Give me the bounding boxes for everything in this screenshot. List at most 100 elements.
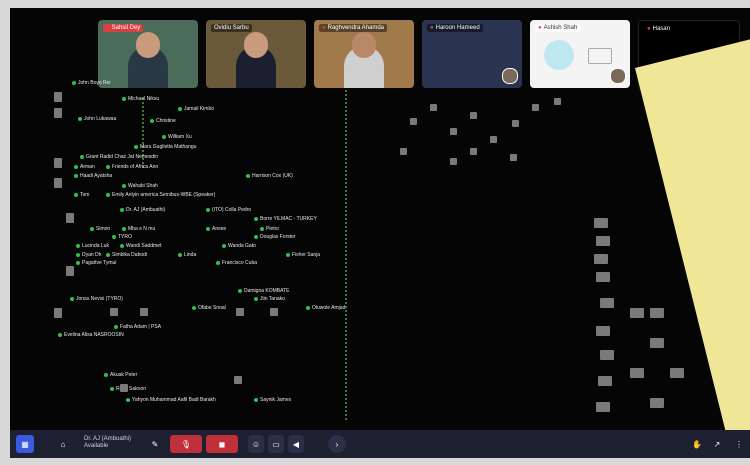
canvas-avatar (54, 92, 62, 102)
speaker-icon[interactable]: ◀ (288, 435, 304, 453)
canvas-avatar (54, 308, 62, 318)
hand-icon[interactable]: ✋ (690, 435, 704, 453)
canvas-name-label: Michael Niksu (122, 96, 159, 102)
canvas-avatar (450, 128, 457, 135)
mic-off-icon: ● (538, 25, 542, 31)
canvas-avatar (594, 254, 608, 264)
canvas-name-label: TYRO (112, 234, 132, 240)
canvas-name-label: Fisher Sanja (286, 252, 320, 258)
home-icon[interactable]: ⌂ (54, 435, 72, 453)
canvas-name-label: Haadi Ayatsha (74, 173, 112, 179)
canvas-name-label: Oluwole Amjad (306, 305, 345, 311)
participant-head (244, 32, 268, 58)
canvas-avatar (650, 308, 664, 318)
participant-name: ● Raghvendra Ahamda (319, 24, 387, 32)
canvas-name-label: Lucinda Luk (76, 243, 109, 249)
canvas-avatar (66, 213, 74, 223)
edit-icon[interactable]: ✎ (150, 435, 160, 453)
canvas-name-label: Borre YILMAC - TURKEY (254, 216, 317, 222)
canvas-avatar (110, 308, 118, 316)
video-tile-1[interactable]: ● Sahsil Dey (98, 20, 198, 88)
canvas-avatar (596, 236, 610, 246)
canvas-avatar (236, 308, 244, 316)
avatar (610, 68, 626, 84)
canvas-avatar (234, 376, 242, 384)
canvas-avatar (512, 120, 519, 127)
sticky-note[interactable] (635, 26, 750, 458)
canvas-name-label: Ansee (206, 226, 226, 232)
mic-ring-icon (544, 40, 574, 70)
participant-name: ● Ashish Shah (535, 24, 581, 32)
user-name: Dr. AJ (Ambuathi) (84, 436, 132, 442)
canvas-avatar (630, 308, 644, 318)
canvas-name-label: John Lukawaa (78, 116, 116, 122)
bottom-toolbar: ▦ ⌂ Dr. AJ (Ambuathi) Available ✎ 🎙 ◼ ☺ … (10, 430, 750, 458)
participant-name: ● Hasan (644, 25, 673, 33)
canvas-avatar (470, 112, 477, 119)
canvas-avatar (54, 108, 62, 118)
video-tile-3[interactable]: ● Raghvendra Ahamda (314, 20, 414, 88)
canvas-name-label: Dyan Dh (76, 252, 101, 258)
user-info[interactable]: Dr. AJ (Ambuathi) Available (84, 436, 131, 450)
mic-off-icon: ● (647, 26, 651, 32)
video-tile-5[interactable]: ● Ashish Shah (530, 20, 630, 88)
participant-name: ● Haroon Hameed (427, 24, 483, 32)
video-tile-4[interactable]: ● Haroon Hameed (422, 20, 522, 88)
connector-line (345, 90, 347, 420)
canvas-avatar (650, 398, 664, 408)
canvas-avatar (598, 376, 612, 386)
canvas-name-label: Jonas Nevisi (TYRO) (70, 296, 123, 302)
canvas-name-label: Christine (150, 118, 176, 124)
canvas-name-label: William Xu (162, 134, 192, 140)
mic-off-icon: ● (322, 25, 326, 31)
canvas-name-label: Akuak Peter (104, 372, 137, 378)
canvas-name-label: Yahyon Muhammad Aafil Badi Barakh (126, 397, 216, 403)
canvas-avatar (120, 384, 128, 392)
canvas-avatar (510, 154, 517, 161)
canvas-avatar (670, 368, 684, 378)
canvas-name-label: Wanda Gato (222, 243, 256, 249)
canvas-name-label: Francisco Cuba (216, 260, 257, 266)
canvas-name-label: Rosa Sakoon (110, 386, 146, 392)
canvas-name-label: Douglas Forster (254, 234, 296, 240)
meeting-screen: ● Sahsil Dey Ovidiu Sarbu ● Raghvendra Aha… (10, 8, 750, 458)
video-tile-2[interactable]: Ovidiu Sarbu (206, 20, 306, 88)
canvas-avatar (596, 326, 610, 336)
canvas-avatar (594, 218, 608, 228)
canvas-name-label: Wandi Saddmet (120, 243, 161, 249)
mic-off-icon[interactable]: 🎙 (170, 435, 202, 453)
canvas-avatar (140, 308, 148, 316)
canvas-avatar (596, 272, 610, 282)
canvas-avatar (470, 148, 477, 155)
canvas-name-label: Dr. AJ (Ambuathi) (120, 207, 165, 213)
canvas-name-label: Jiin Tanako (254, 296, 285, 302)
more-icon[interactable]: ⋮ (732, 435, 746, 453)
canvas-name-label: John Boyo Rei (72, 80, 111, 86)
canvas-avatar (532, 104, 539, 111)
canvas-avatar (430, 104, 437, 111)
canvas-avatar (410, 118, 417, 125)
participant-name: ● Sahsil Dey (103, 24, 144, 32)
screen-share-icon (588, 48, 612, 64)
participant-name: Ovidiu Sarbu (211, 24, 252, 32)
canvas-name-label: Grant Radid Chaz Jat Nemesdin (80, 154, 158, 160)
grid-icon[interactable]: ▦ (16, 435, 34, 453)
canvas-avatar (400, 148, 407, 155)
canvas-name-label: Mba e N mu (122, 226, 155, 232)
canvas-name-label: Harrison Cox (UK) (246, 173, 293, 179)
canvas-name-label: Saynik James (254, 397, 291, 403)
mic-off-icon: ● (106, 25, 110, 31)
mic-off-icon: ● (430, 25, 434, 31)
screen-share-icon[interactable]: ▭ (268, 435, 284, 453)
canvas-avatar (630, 368, 644, 378)
chevron-right-icon[interactable]: › (328, 435, 346, 453)
canvas-name-label: Pietro (260, 226, 279, 232)
emoji-icon[interactable]: ☺ (248, 435, 264, 453)
canvas-avatar (450, 158, 457, 165)
cursor-icon[interactable]: ↗ (710, 435, 724, 453)
canvas-name-label: Linda (178, 252, 196, 258)
canvas-avatar (490, 136, 497, 143)
user-status: Available (84, 443, 109, 449)
camera-off-icon[interactable]: ◼ (206, 435, 238, 453)
canvas-name-label: Simon (90, 226, 110, 232)
